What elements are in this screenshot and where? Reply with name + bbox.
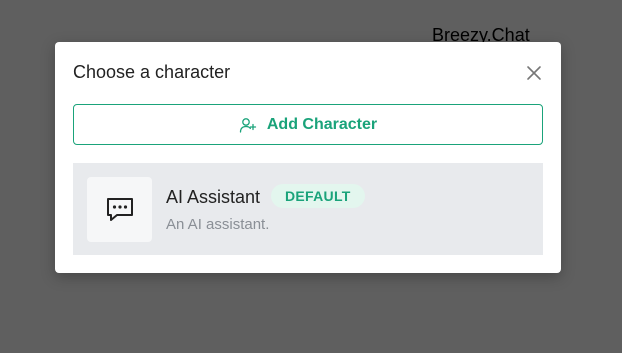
add-character-button[interactable]: Add Character — [73, 104, 543, 145]
add-user-icon — [239, 116, 257, 134]
character-name: AI Assistant — [166, 187, 261, 207]
character-item-ai-assistant[interactable]: AI Assistant DEFAULT An AI assistant. — [73, 163, 543, 255]
character-description: An AI assistant. — [166, 216, 270, 233]
default-badge: DEFAULT — [271, 184, 365, 208]
chat-bubble-icon — [106, 197, 133, 221]
close-icon — [527, 66, 541, 80]
choose-character-modal: Choose a character Add Character AI Assi… — [55, 42, 561, 273]
modal-title: Choose a character — [73, 62, 231, 82]
close-button[interactable] — [525, 64, 543, 82]
avatar — [87, 177, 152, 242]
modal-header: Choose a character — [73, 60, 543, 86]
add-character-label: Add Character — [266, 115, 378, 133]
